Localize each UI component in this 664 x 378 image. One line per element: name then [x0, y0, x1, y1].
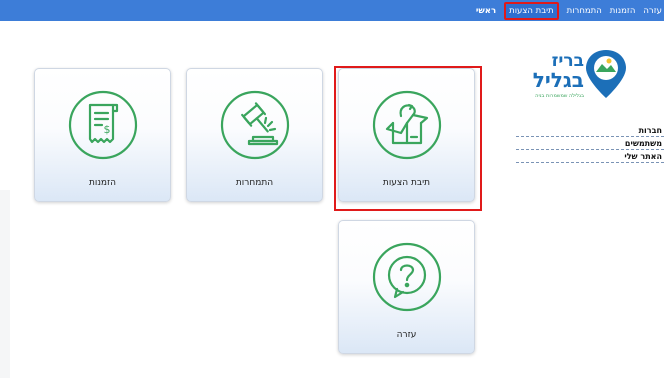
nav-help[interactable]: עזרה — [643, 5, 662, 17]
top-navigation-bar: ראשי תיבת הצעות התמחרות הזמנות עזרה — [0, 0, 664, 21]
nav-orders[interactable]: הזמנות — [610, 5, 636, 17]
gavel-icon — [219, 89, 291, 161]
side-menu: חברות משתמשים האתר שלי — [516, 125, 664, 164]
tile-orders-label: הזמנות — [88, 178, 117, 188]
tile-help-label: עזרה — [396, 330, 417, 340]
sidemenu-item-my-site[interactable]: האתר שלי — [516, 151, 664, 163]
nav-suggestion-box[interactable]: תיבת הצעות — [504, 1, 559, 20]
logo-line-2: בגליל — [533, 68, 584, 92]
highlight-box — [334, 66, 482, 211]
nav-home[interactable]: ראשי — [476, 5, 496, 17]
map-pin-icon — [586, 50, 626, 98]
tile-pricing-label: התמחרות — [235, 178, 274, 188]
receipt-icon: $ — [67, 89, 139, 161]
left-panel-edge — [0, 190, 10, 378]
tile-pricing[interactable]: התמחרות — [186, 68, 323, 202]
site-logo[interactable]: בריז בגליל בגלילה שמשמרות בניה — [528, 44, 628, 102]
nav-pricing[interactable]: התמחרות — [567, 5, 602, 17]
sidemenu-item-companies[interactable]: חברות — [516, 125, 664, 137]
tile-orders[interactable]: $ הזמנות — [34, 68, 171, 202]
svg-text:$: $ — [104, 123, 111, 136]
logo-tagline: בגלילה שמשמרות בניה — [535, 93, 584, 99]
top-nav: ראשי תיבת הצעות התמחרות הזמנות עזרה — [476, 0, 664, 21]
tile-help[interactable]: עזרה — [338, 220, 475, 354]
sidemenu-item-users[interactable]: משתמשים — [516, 138, 664, 150]
question-mark-icon — [371, 241, 443, 313]
